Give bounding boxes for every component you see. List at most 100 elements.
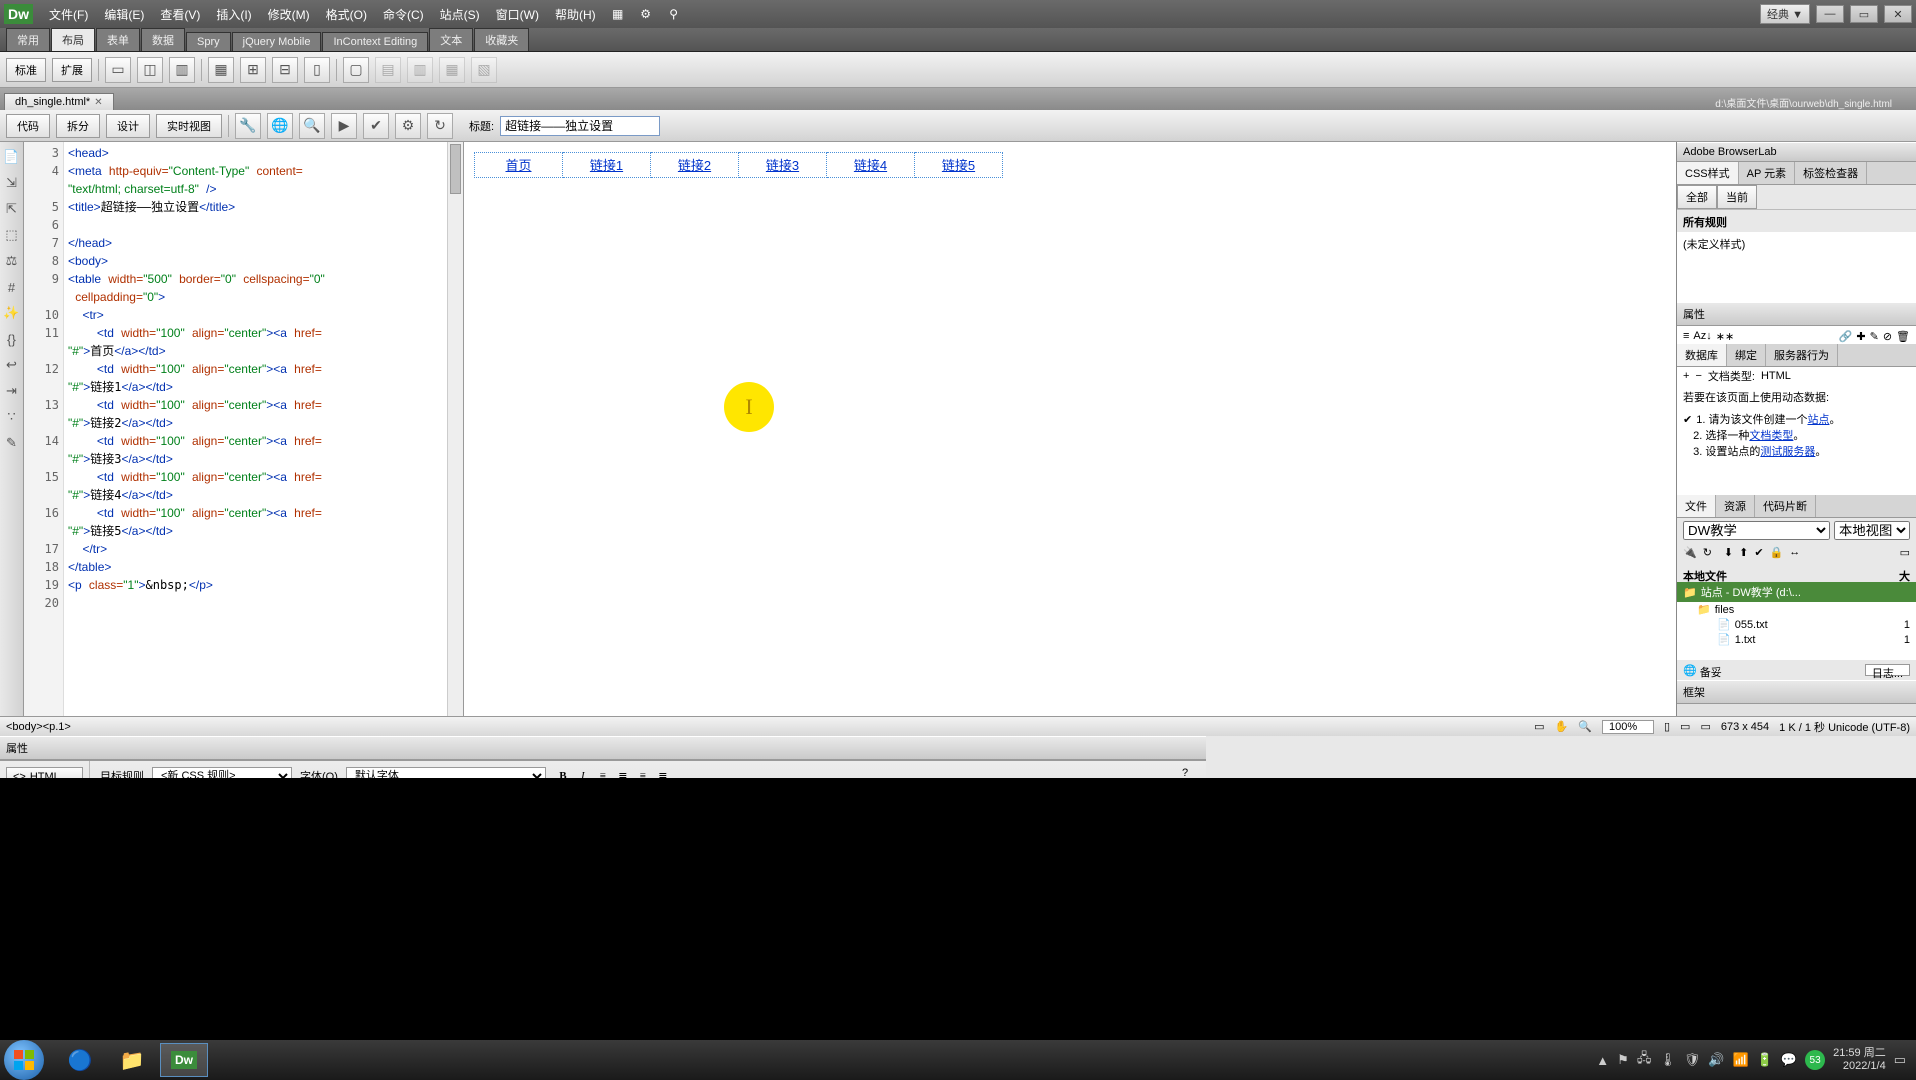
tray-signal-icon[interactable]: 📶 (1733, 1052, 1749, 1068)
balance-icon[interactable]: ⚖ (3, 252, 21, 270)
menu-格式[interactable]: 格式(O) (318, 6, 375, 24)
help-link[interactable]: 测试服务器 (1760, 446, 1815, 458)
gear-icon[interactable]: ⚙ (632, 4, 660, 24)
file-row[interactable]: 📄1.txt1 (1677, 632, 1916, 647)
tray-clock[interactable]: 21:59 周二 2022/1/4 (1833, 1047, 1886, 1073)
close-tab-icon[interactable]: ✕ (94, 97, 102, 108)
site-selector[interactable]: DW教学 (1683, 521, 1830, 540)
tab-bindings[interactable]: 绑定 (1727, 344, 1766, 366)
insert-fluid-icon[interactable]: ◫ (137, 57, 163, 83)
tray-action-center-icon[interactable]: ▭ (1894, 1052, 1906, 1068)
menu-站点[interactable]: 站点(S) (432, 6, 488, 24)
word-wrap-icon[interactable]: ↩ (3, 356, 21, 374)
scrollbar-thumb[interactable] (450, 144, 461, 194)
insert-tab-7[interactable]: 文本 (429, 28, 473, 51)
code-view-button[interactable]: 代码 (6, 114, 50, 138)
globe-icon[interactable]: 🌐 (267, 113, 293, 139)
insert-tab-2[interactable]: 表单 (96, 28, 140, 51)
insert-table-icon[interactable]: ▦ (208, 57, 234, 83)
tab-server-behaviors[interactable]: 服务器行为 (1766, 344, 1838, 366)
workspace-selector[interactable]: 经典 ▼ (1760, 4, 1810, 24)
tablet-size-icon[interactable]: ▭ (1680, 720, 1690, 733)
refresh-icon[interactable]: ↻ (427, 113, 453, 139)
tab-css-styles[interactable]: CSS样式 (1677, 162, 1739, 184)
menu-查看[interactable]: 查看(V) (152, 6, 208, 24)
code-scrollbar[interactable] (447, 142, 463, 716)
remove-icon[interactable]: − (1695, 370, 1701, 382)
expand-icon[interactable]: ⇱ (3, 200, 21, 218)
tab-assets[interactable]: 资源 (1716, 495, 1755, 517)
sync-icon[interactable]: ↔ (1789, 546, 1800, 560)
file-row[interactable]: 📄055.txt1 (1677, 617, 1916, 632)
tab-files[interactable]: 文件 (1677, 495, 1716, 517)
close-button[interactable]: ✕ (1884, 5, 1912, 23)
menu-文件[interactable]: 文件(F) (41, 6, 96, 24)
tray-msg-icon[interactable]: 💬 (1781, 1052, 1797, 1068)
open-doc-icon[interactable]: 📄 (3, 148, 21, 166)
preview-link[interactable]: 首页 (505, 158, 531, 173)
help-link[interactable]: 文档类型 (1749, 430, 1793, 442)
tray-expand-icon[interactable]: ▲ (1596, 1053, 1609, 1068)
live-code-icon[interactable]: 🔧 (235, 113, 261, 139)
insert-tab-8[interactable]: 收藏夹 (474, 28, 529, 51)
get-icon[interactable]: ⬇ (1724, 546, 1733, 560)
insert-row-above-icon[interactable]: ⊞ (240, 57, 266, 83)
show-list-icon[interactable]: Aᴢ↓ (1693, 330, 1711, 340)
tab-ap-elements[interactable]: AP 元素 (1739, 162, 1796, 184)
split-view-button[interactable]: 拆分 (56, 114, 100, 138)
files-tree[interactable]: 📁 站点 - DW教学 (d:\... 📁 files 📄055.txt1📄1.… (1677, 582, 1916, 660)
insert-col-icon[interactable]: ▯ (304, 57, 330, 83)
collapse-icon[interactable]: ⇲ (3, 174, 21, 192)
tab-database[interactable]: 数据库 (1677, 344, 1727, 366)
insert-tab-0[interactable]: 常用 (6, 28, 50, 51)
select-parent-icon[interactable]: ⬚ (3, 226, 21, 244)
preview-link[interactable]: 链接4 (854, 158, 887, 173)
indent-icon[interactable]: ⇥ (3, 382, 21, 400)
connect-server-icon[interactable]: 🔌 (1683, 546, 1697, 560)
task-explorer[interactable]: 📁 (108, 1043, 156, 1077)
tray-temp-icon[interactable]: 🌡 (1659, 1052, 1676, 1068)
insert-tab-4[interactable]: Spry (186, 32, 231, 51)
zoom-input[interactable] (1602, 720, 1654, 734)
options-icon[interactable]: ⚙ (395, 113, 421, 139)
design-view-button[interactable]: 设计 (106, 114, 150, 138)
disable-icon[interactable]: ⊘ (1883, 330, 1892, 340)
preview-link[interactable]: 链接2 (678, 158, 711, 173)
layout-icon[interactable]: ▦ (604, 4, 632, 24)
insert-layout-icon[interactable]: ▥ (169, 57, 195, 83)
tab-snippets[interactable]: 代码片断 (1755, 495, 1816, 517)
insert-tab-5[interactable]: jQuery Mobile (232, 32, 322, 51)
edit-icon[interactable]: ✎ (1870, 330, 1879, 340)
preview-link[interactable]: 链接5 (942, 158, 975, 173)
tray-badge[interactable]: 53 (1805, 1050, 1825, 1070)
play-icon[interactable]: ▶ (331, 113, 357, 139)
select-tool-icon[interactable]: ▭ (1534, 720, 1544, 733)
tab-tag-inspector[interactable]: 标签检查器 (1795, 162, 1867, 184)
frames-panel-header[interactable]: 框架 (1677, 680, 1916, 704)
design-pane[interactable]: 首页链接1链接2链接3链接4链接5 I (464, 142, 1676, 716)
browserlab-panel-header[interactable]: Adobe BrowserLab (1677, 142, 1916, 162)
checkin-icon[interactable]: 🔒 (1770, 546, 1784, 560)
menu-命令[interactable]: 命令(C) (375, 6, 432, 24)
format-icon[interactable]: ∵ (3, 408, 21, 426)
show-set-icon[interactable]: ∗∗ (1716, 330, 1734, 340)
connect-icon[interactable]: ⚲ (660, 4, 688, 24)
insert-div-icon[interactable]: ▭ (105, 57, 131, 83)
syntax-icon[interactable]: {} (3, 330, 21, 348)
menu-插入[interactable]: 插入(I) (208, 6, 259, 24)
link-icon[interactable]: 🔗 (1839, 330, 1853, 340)
css-all-button[interactable]: 全部 (1677, 185, 1717, 209)
title-input[interactable] (500, 116, 660, 136)
phone-size-icon[interactable]: ▯ (1664, 720, 1670, 733)
add-icon[interactable]: + (1683, 370, 1689, 382)
properties-header[interactable]: 属性 (0, 736, 1206, 760)
code-pane[interactable]: 34 56789 1011 12 13 14 15 16 17181920 <h… (24, 142, 464, 716)
show-category-icon[interactable]: ≡ (1683, 330, 1689, 340)
view-selector[interactable]: 本地视图 (1834, 521, 1910, 540)
css-current-button[interactable]: 当前 (1717, 185, 1757, 209)
line-numbers-icon[interactable]: # (3, 278, 21, 296)
preview-link[interactable]: 链接1 (590, 158, 623, 173)
menu-编辑[interactable]: 编辑(E) (96, 6, 152, 24)
tray-shield-icon[interactable]: 🛡 (1684, 1052, 1701, 1068)
inspect-icon[interactable]: 🔍 (299, 113, 325, 139)
